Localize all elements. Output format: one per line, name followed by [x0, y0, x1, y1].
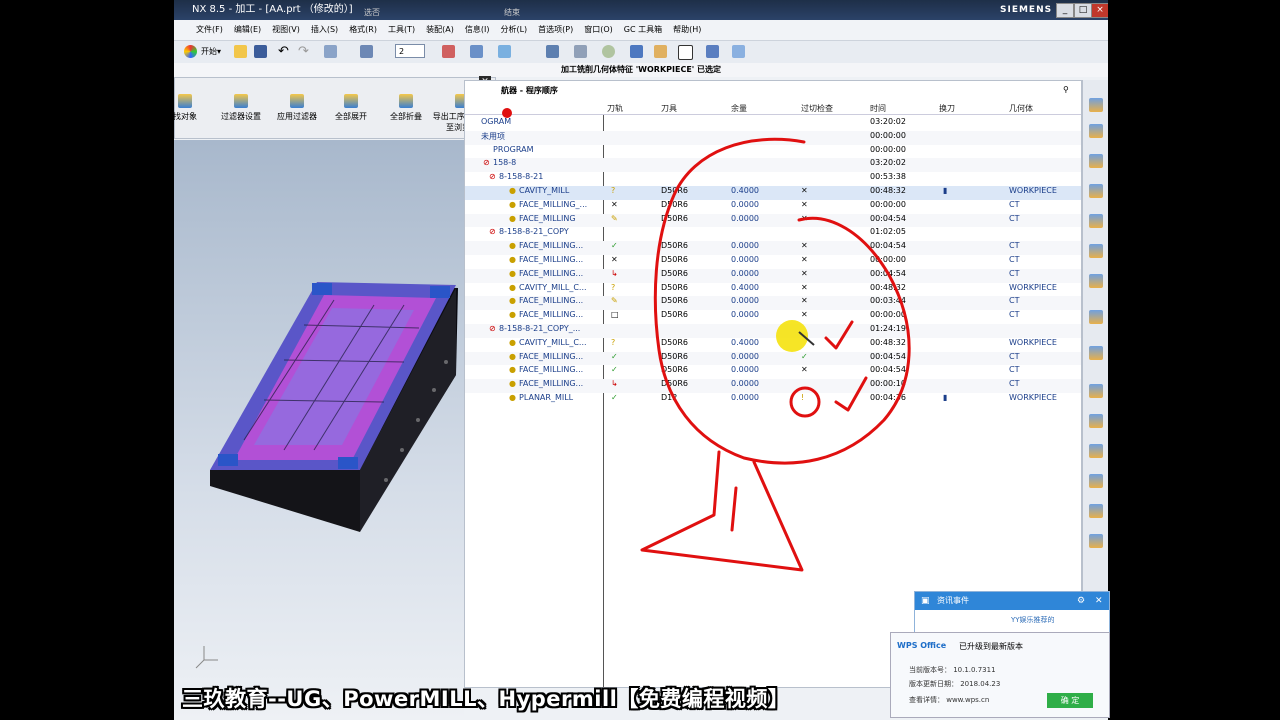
wps-update-popup: WPS Office 已升级到最新版本 当前版本号： 10.1.0.7311 版… [890, 632, 1110, 718]
news-icon: ▣ [921, 596, 930, 606]
news-close-icon[interactable]: ✕ [1095, 592, 1103, 610]
video-caption: 三玖教育--UG、PowerMILL、Hypermill【免费编程视频】 [182, 687, 790, 711]
wps-site[interactable]: 查看详情： www.wps.cn [909, 695, 989, 705]
wps-logo: WPS Office [897, 641, 947, 650]
news-popup-title: 资讯事件 [937, 596, 969, 605]
wps-message: 已升级到最新版本 [959, 642, 1023, 651]
news-popup: ▣ 资讯事件 ⚙ ✕ YY娱乐推荐的 [914, 591, 1110, 633]
wps-date: 版本更新日期： 2018.04.23 [909, 680, 1001, 688]
wps-version: 当前版本号： 10.1.0.7311 [909, 666, 996, 674]
cursor-spot-icon [502, 108, 512, 118]
news-settings-icon[interactable]: ⚙ [1077, 592, 1085, 610]
wps-ok-button[interactable]: 确 定 [1047, 693, 1093, 708]
news-popup-titlebar: ▣ 资讯事件 ⚙ ✕ [915, 592, 1109, 610]
news-popup-sub[interactable]: YY娱乐推荐的 [1011, 615, 1055, 625]
